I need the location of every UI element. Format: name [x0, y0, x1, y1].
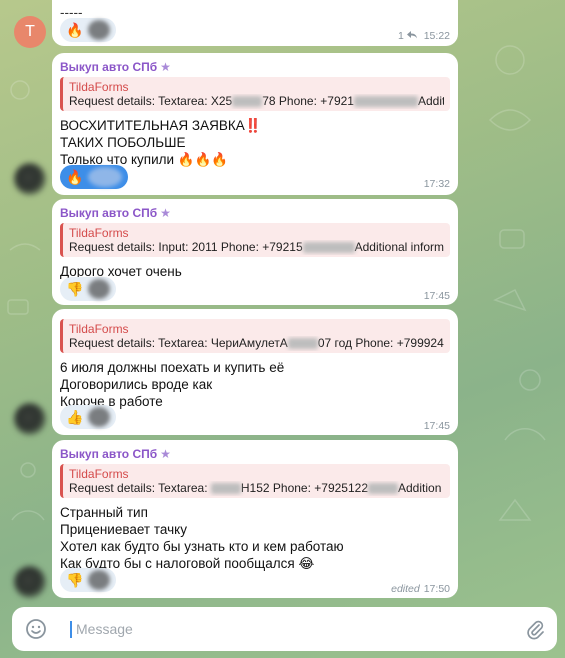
message-time: 15:22	[423, 30, 450, 42]
message-bubble[interactable]: Выкуп авто СПб ★ TildaForms Request detai…	[52, 199, 458, 305]
message-composer[interactable]: Message	[12, 607, 557, 651]
user-avatar[interactable]: T	[14, 16, 46, 48]
sender-avatar[interactable]	[14, 403, 46, 435]
reply-arrow-icon[interactable]	[406, 30, 420, 42]
message-meta: edited 17:50	[391, 583, 450, 595]
sender-avatar[interactable]	[14, 566, 46, 598]
reply-author: TildaForms	[69, 226, 129, 240]
message-time: 17:50	[423, 583, 450, 595]
star-icon: ★	[160, 447, 171, 461]
reaction-thumbs-down[interactable]: 👎	[60, 277, 116, 301]
message-text: Дорого хочет очень	[60, 264, 182, 279]
reactor-avatar	[88, 407, 110, 427]
reply-text: Request details: Textarea: ЧериАмулетА 07…	[69, 336, 444, 350]
reactor-avatar	[88, 167, 122, 187]
fire-icon: 🔥	[66, 169, 84, 185]
redacted-blur	[353, 96, 418, 108]
reactor-avatar	[88, 20, 110, 40]
message-time: 17:45	[423, 420, 450, 432]
reply-quote[interactable]: TildaForms Request details: Textarea: Че…	[60, 319, 450, 353]
reply-author: TildaForms	[69, 467, 129, 481]
message-input[interactable]: Message	[76, 620, 133, 638]
edited-label: edited	[391, 583, 420, 595]
redacted-blur	[368, 483, 398, 495]
smile-icon[interactable]	[25, 618, 47, 640]
fire-icon: 🔥	[66, 22, 84, 38]
sender-name[interactable]: Выкуп авто СПб ★	[60, 205, 450, 221]
message-bubble-partial[interactable]: ----- 🔥 1 15:22	[52, 0, 458, 46]
message-bubble[interactable]: TildaForms Request details: Textarea: Че…	[52, 309, 458, 435]
paperclip-icon[interactable]	[524, 618, 546, 640]
redacted-blur	[287, 338, 318, 350]
message-text: Странный тип Прицениевает тачку Хотел ка…	[60, 505, 344, 571]
sender-avatar[interactable]	[14, 163, 46, 195]
redacted-blur	[232, 96, 263, 108]
star-icon: ★	[160, 206, 171, 220]
message-fragment: -----	[60, 5, 83, 20]
reply-quote[interactable]: TildaForms Request details: Input: 2011 …	[60, 223, 450, 257]
reply-author: TildaForms	[69, 80, 129, 94]
reply-text: Request details: Input: 2011 Phone: +792…	[69, 240, 444, 254]
message-meta: 1 15:22	[398, 30, 450, 42]
message-bubble[interactable]: Выкуп авто СПб ★ TildaForms Request detai…	[52, 440, 458, 598]
chat-area[interactable]: T ----- 🔥 1 15:22 Выкуп авто СПб ★ TildaF…	[0, 0, 565, 600]
reply-author: TildaForms	[69, 322, 129, 336]
thumbs-up-icon: 👍	[66, 409, 84, 425]
reply-text: Request details: Textarea: H152 Phone: +…	[69, 481, 442, 495]
reaction-fire[interactable]: 🔥	[60, 165, 128, 189]
redacted-blur	[210, 483, 241, 495]
reactor-avatar	[88, 570, 110, 590]
message-time: 17:45	[423, 290, 450, 302]
reaction-thumbs-up[interactable]: 👍	[60, 405, 116, 429]
reaction-fire[interactable]: 🔥	[60, 18, 116, 42]
redacted-blur	[302, 242, 355, 254]
text-caret	[70, 621, 72, 638]
message-text: ВОСХИТИТЕЛЬНАЯ ЗАЯВКА‼️ ТАКИХ ПОБОЛЬШЕ Т…	[60, 118, 262, 167]
reply-count[interactable]: 1	[398, 30, 404, 42]
message-text: 6 июля должны поехать и купить её Догово…	[60, 360, 285, 409]
reply-quote[interactable]: TildaForms Request details: Textarea: X2…	[60, 77, 450, 111]
message-time: 17:32	[423, 178, 450, 190]
reply-quote[interactable]: TildaForms Request details: Textarea: H1…	[60, 464, 450, 498]
reply-text: Request details: Textarea: X25 78 Phone: …	[69, 94, 444, 108]
thumbs-down-icon: 👎	[66, 281, 84, 297]
reactor-avatar	[88, 279, 110, 299]
avatar-letter: T	[25, 23, 35, 40]
thumbs-down-icon: 👎	[66, 572, 84, 588]
star-icon: ★	[160, 60, 171, 74]
sender-name[interactable]: Выкуп авто СПб ★	[60, 59, 450, 75]
message-bubble[interactable]: Выкуп авто СПб ★ TildaForms Request detai…	[52, 53, 458, 195]
sender-name[interactable]: Выкуп авто СПб ★	[60, 446, 450, 462]
reaction-thumbs-down[interactable]: 👎	[60, 568, 116, 592]
